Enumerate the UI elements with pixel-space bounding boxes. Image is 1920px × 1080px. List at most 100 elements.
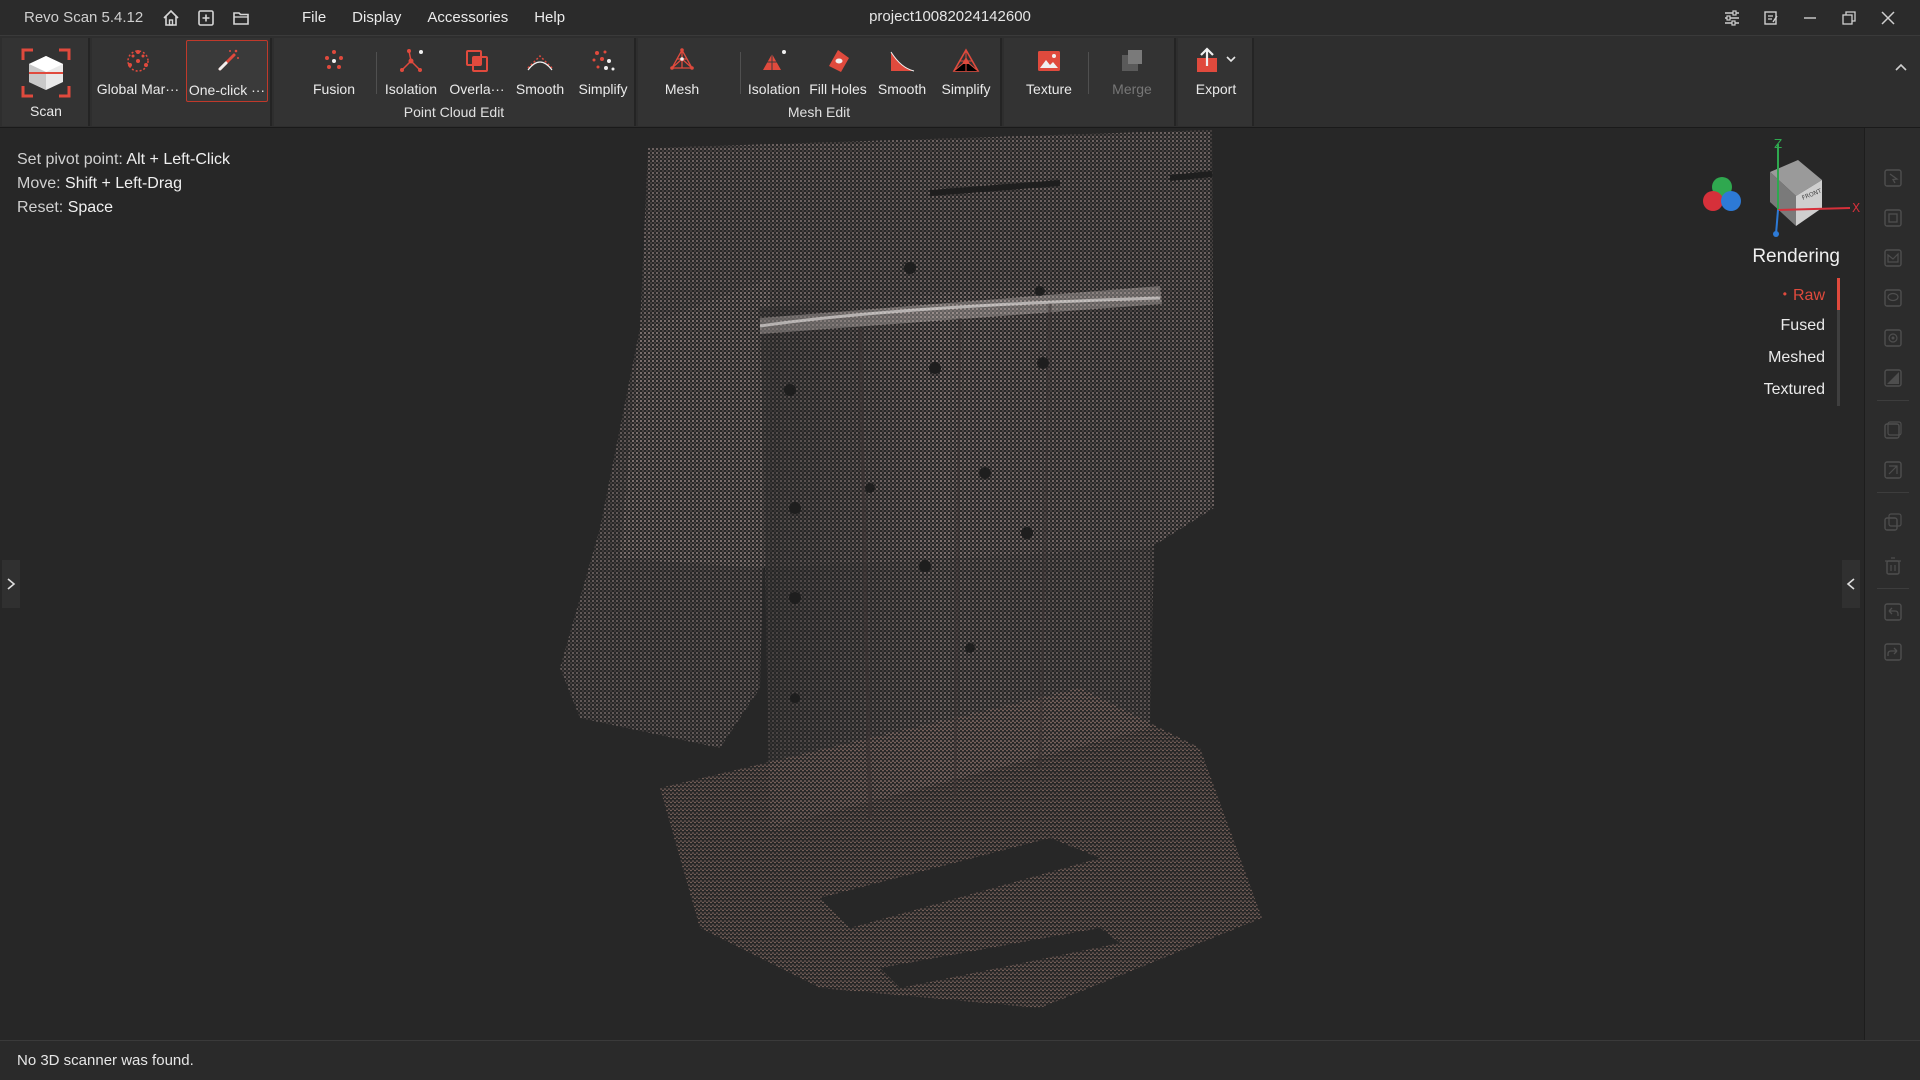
color-mode-icon[interactable] bbox=[1700, 176, 1744, 216]
polygon-select-icon[interactable] bbox=[1881, 246, 1905, 270]
gizmo-z-label: Z bbox=[1774, 138, 1782, 151]
rendering-options: Raw Fused Meshed Textured bbox=[1720, 278, 1840, 406]
menu-file[interactable]: File bbox=[289, 9, 339, 26]
notes-icon[interactable] bbox=[1757, 4, 1785, 32]
home-icon[interactable] bbox=[160, 7, 182, 29]
app-name: Revo Scan 5.4.12 bbox=[24, 9, 144, 26]
lasso-select-icon[interactable] bbox=[1881, 286, 1905, 310]
overlap-icon bbox=[460, 44, 494, 78]
redo-icon[interactable] bbox=[1881, 640, 1905, 664]
copy-selection-icon[interactable] bbox=[1881, 510, 1905, 534]
mesh-edit-label: Mesh Edit bbox=[787, 104, 851, 120]
mesh-isolation-button[interactable]: Isolation bbox=[742, 40, 806, 102]
navigation-hints: Set pivot point: Alt + Left-Click Move: … bbox=[17, 148, 230, 220]
gizmo-x-label: X bbox=[1852, 201, 1860, 215]
undo-icon[interactable] bbox=[1881, 600, 1905, 624]
mesh-label: Mesh bbox=[664, 81, 700, 97]
fusion-button[interactable]: Fusion bbox=[294, 40, 374, 102]
isolation-icon bbox=[394, 44, 428, 78]
select-pointer-icon[interactable] bbox=[1881, 166, 1905, 190]
point-cloud-edit-label: Point Cloud Edit bbox=[403, 104, 505, 120]
app-window: Revo Scan 5.4.12 File Display Accessorie… bbox=[0, 0, 1920, 1080]
mesh-smooth-icon bbox=[885, 44, 919, 78]
mesh-simplify-label: Simplify bbox=[941, 81, 991, 97]
rendering-panel: Rendering Raw Fused Meshed Textured bbox=[1720, 246, 1840, 406]
open-folder-icon[interactable] bbox=[230, 7, 252, 29]
fill-holes-icon bbox=[821, 44, 855, 78]
status-message: No 3D scanner was found. bbox=[17, 1052, 194, 1069]
3d-viewport[interactable]: Set pivot point: Alt + Left-Click Move: … bbox=[0, 128, 1864, 1040]
hint-label: Move: bbox=[17, 175, 61, 192]
rendering-selection-indicator bbox=[1837, 278, 1840, 310]
ribbon-toolbar: Scan Global Mar··· One-click ··· Fusion … bbox=[0, 36, 1920, 128]
capture-tools-group: Global Mar··· One-click ··· bbox=[92, 38, 272, 126]
mesh-edit-group: Mesh Isolation Fill Holes Smooth Simplif… bbox=[638, 38, 1002, 126]
hint-row: Set pivot point: Alt + Left-Click bbox=[17, 148, 230, 172]
hint-row: Reset: Space bbox=[17, 196, 230, 220]
select-all-icon[interactable] bbox=[1881, 418, 1905, 442]
global-markers-button[interactable]: Global Mar··· bbox=[94, 40, 182, 102]
right-panel-toggle[interactable] bbox=[1842, 560, 1860, 608]
mesh-button[interactable]: Mesh bbox=[650, 40, 714, 102]
rendering-option-meshed[interactable]: Meshed bbox=[1720, 342, 1825, 374]
chevron-left-icon bbox=[1846, 578, 1855, 590]
export-label: Export bbox=[1195, 81, 1237, 97]
fusion-icon bbox=[317, 44, 351, 78]
rendering-option-raw[interactable]: Raw bbox=[1720, 278, 1825, 310]
pc-simplify-button[interactable]: Simplify bbox=[572, 40, 634, 102]
collapse-ribbon-icon[interactable] bbox=[1894, 60, 1908, 79]
scan-button[interactable]: Scan bbox=[6, 40, 86, 124]
restore-icon[interactable] bbox=[1835, 4, 1863, 32]
window-controls bbox=[1707, 4, 1902, 32]
rectangle-select-icon[interactable] bbox=[1881, 206, 1905, 230]
merge-label: Merge bbox=[1112, 81, 1152, 97]
overlap-label: Overla··· bbox=[449, 81, 505, 97]
delete-trash-icon[interactable] bbox=[1881, 554, 1905, 578]
separator bbox=[376, 52, 377, 94]
mesh-smooth-button[interactable]: Smooth bbox=[872, 40, 932, 102]
new-project-icon[interactable] bbox=[195, 7, 217, 29]
simplify-icon bbox=[586, 44, 620, 78]
left-panel-toggle[interactable] bbox=[2, 560, 20, 608]
rendering-title: Rendering bbox=[1752, 246, 1840, 267]
rendering-option-fused[interactable]: Fused bbox=[1720, 310, 1825, 342]
menu-display[interactable]: Display bbox=[339, 9, 414, 26]
fill-holes-label: Fill Holes bbox=[809, 81, 867, 97]
pc-smooth-button[interactable]: Smooth bbox=[510, 40, 570, 102]
settings-sliders-icon[interactable] bbox=[1718, 4, 1746, 32]
pc-isolation-button[interactable]: Isolation bbox=[378, 40, 444, 102]
close-icon[interactable] bbox=[1874, 4, 1902, 32]
pc-smooth-label: Smooth bbox=[515, 81, 565, 97]
menu-help[interactable]: Help bbox=[521, 9, 578, 26]
mesh-simplify-icon bbox=[949, 44, 983, 78]
divider bbox=[1877, 492, 1909, 493]
chevron-right-icon bbox=[7, 578, 16, 590]
pc-isolation-label: Isolation bbox=[384, 81, 438, 97]
magic-wand-icon bbox=[210, 45, 244, 79]
mesh-smooth-label: Smooth bbox=[877, 81, 927, 97]
plane-cut-icon[interactable] bbox=[1881, 366, 1905, 390]
overlap-button[interactable]: Overla··· bbox=[446, 40, 508, 102]
divider bbox=[1877, 588, 1909, 589]
menu-accessories[interactable]: Accessories bbox=[414, 9, 521, 26]
texture-group: Texture Merge bbox=[1004, 38, 1176, 126]
minimize-icon[interactable] bbox=[1796, 4, 1824, 32]
texture-button[interactable]: Texture bbox=[1014, 40, 1084, 102]
separator bbox=[740, 52, 741, 94]
mesh-simplify-button[interactable]: Simplify bbox=[934, 40, 998, 102]
export-group: Export bbox=[1178, 38, 1254, 126]
title-bar: Revo Scan 5.4.12 File Display Accessorie… bbox=[0, 0, 1920, 36]
status-bar: No 3D scanner was found. bbox=[0, 1040, 1920, 1080]
one-click-button[interactable]: One-click ··· bbox=[186, 40, 268, 102]
export-button[interactable]: Export bbox=[1182, 40, 1250, 102]
merge-button[interactable]: Merge bbox=[1096, 40, 1168, 102]
orientation-gizmo[interactable]: Z X FRONT bbox=[1752, 138, 1862, 238]
invert-selection-icon[interactable] bbox=[1881, 458, 1905, 482]
rendering-option-textured[interactable]: Textured bbox=[1720, 374, 1825, 406]
fill-holes-button[interactable]: Fill Holes bbox=[806, 40, 870, 102]
texture-label: Texture bbox=[1026, 81, 1072, 97]
hint-keys: Space bbox=[67, 199, 114, 216]
brush-select-icon[interactable] bbox=[1881, 326, 1905, 350]
hint-keys: Shift + Left-Drag bbox=[65, 175, 182, 192]
hint-label: Reset: bbox=[17, 199, 64, 216]
